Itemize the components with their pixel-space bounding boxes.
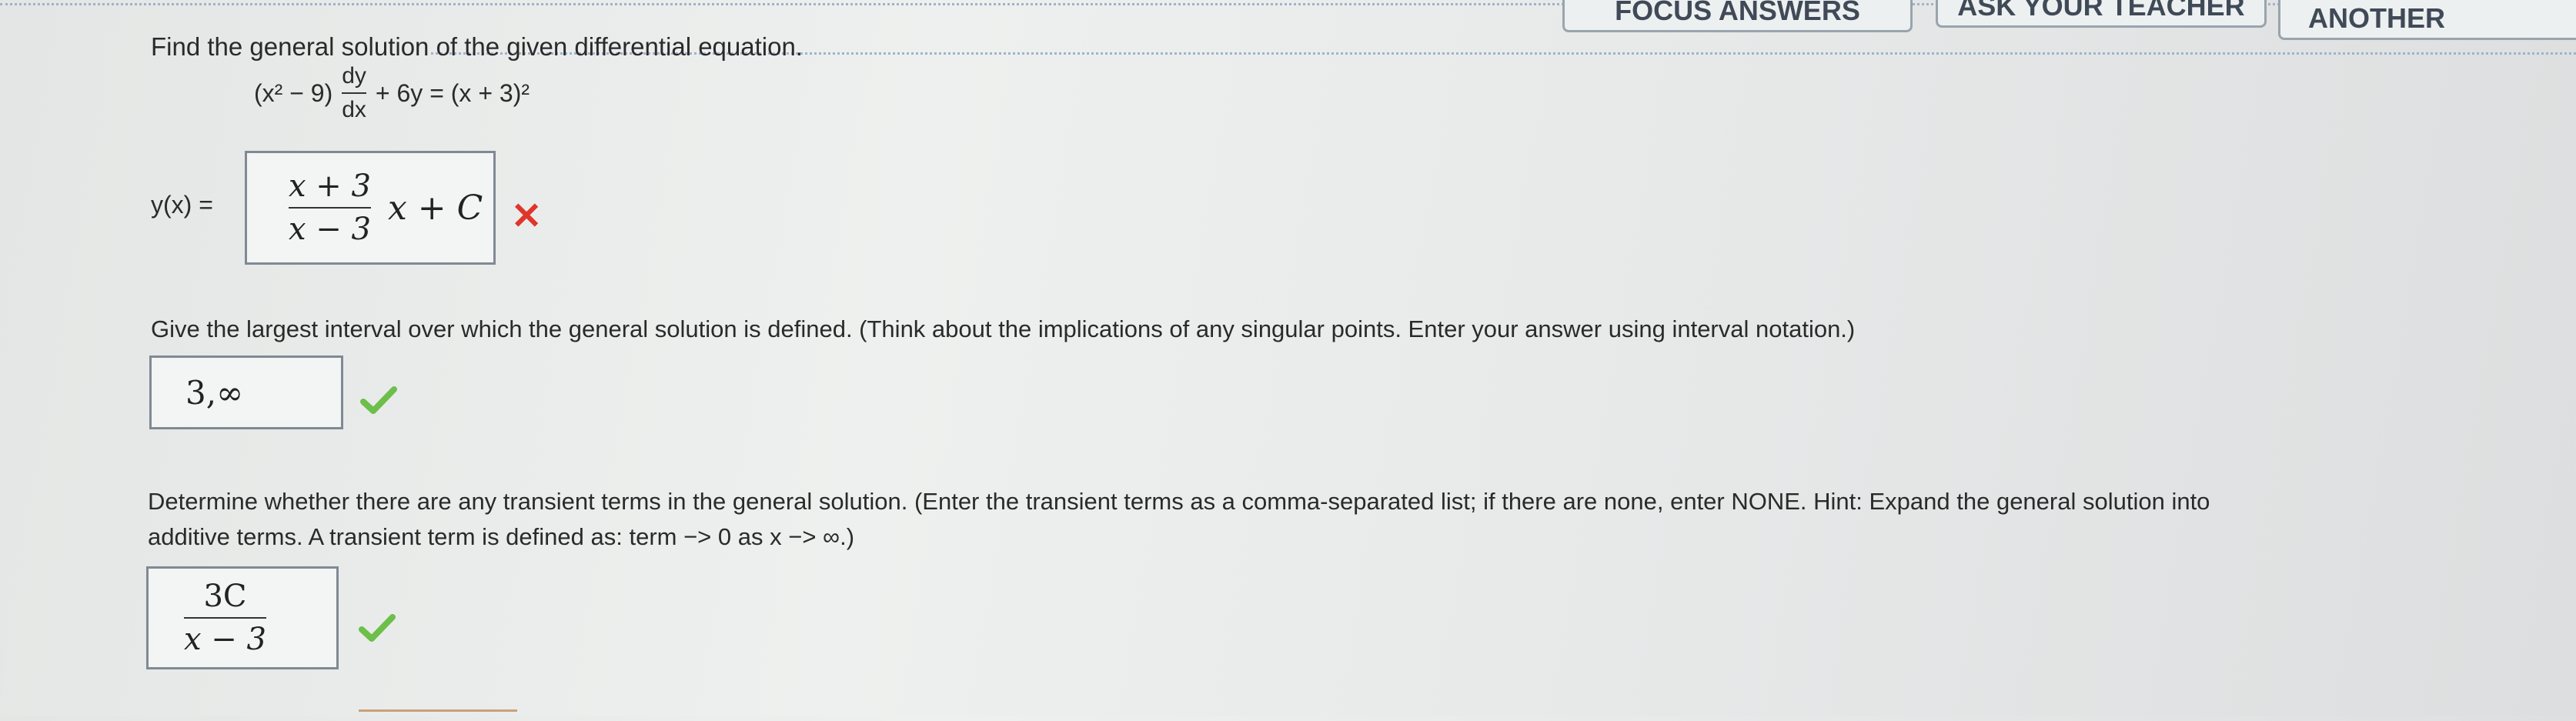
solution-tail: x + C [387, 188, 483, 228]
transient-denominator: x − 3 [184, 622, 266, 657]
correct-check-icon [359, 614, 396, 642]
practice-another-label: PRACTICE ANOTHER [2308, 0, 2450, 34]
ask-your-teacher-button[interactable]: ASK YOUR TEACHER [1936, 0, 2267, 28]
solution-denominator: x − 3 [289, 212, 371, 247]
interval-input[interactable]: 3,∞ [149, 355, 343, 429]
transient-terms-input[interactable]: 3C x − 3 [146, 566, 339, 669]
derivative-fraction: dy dx [342, 63, 366, 123]
yx-label: y(x) = [151, 191, 213, 219]
incorrect-x-icon: ✕ [511, 196, 543, 237]
ask-your-teacher-label: ASK YOUR TEACHER [1957, 0, 2245, 22]
fraction-bar [342, 92, 366, 94]
focus-answers-label: FOCUS ANSWERS [1615, 0, 1860, 26]
interval-answer: 3,∞ [185, 373, 244, 412]
derivative-numerator: dy [342, 63, 366, 88]
transient-prompt-line2: additive terms. A transient term is defi… [148, 523, 855, 550]
solution-numerator: x + 3 [289, 169, 371, 204]
fraction-bar [184, 617, 266, 619]
interval-prompt: Give the largest interval over which the… [151, 315, 1856, 342]
general-solution-input[interactable]: x + 3 x − 3 x + C [245, 151, 496, 265]
equation-left-factor: (x² − 9) [254, 78, 333, 107]
solution-fraction: x + 3 x − 3 [289, 169, 371, 247]
transient-numerator: 3C [203, 579, 247, 614]
differential-equation: (x² − 9) dy dx + 6y = (x + 3)² [254, 63, 530, 123]
transient-fraction: 3C x − 3 [184, 579, 266, 657]
fraction-bar [289, 207, 371, 209]
correct-check-icon [360, 386, 397, 414]
practice-another-button[interactable]: PRACTICE ANOTHER [2278, 0, 2576, 40]
derivative-denominator: dx [342, 97, 366, 122]
question-prompt: Find the general solution of the given d… [151, 32, 803, 61]
transient-prompt-line1: Determine whether there are any transien… [148, 488, 2210, 515]
equation-right-side: + 6y = (x + 3)² [375, 78, 530, 107]
focus-answers-button[interactable]: FOCUS ANSWERS [1562, 0, 1913, 32]
